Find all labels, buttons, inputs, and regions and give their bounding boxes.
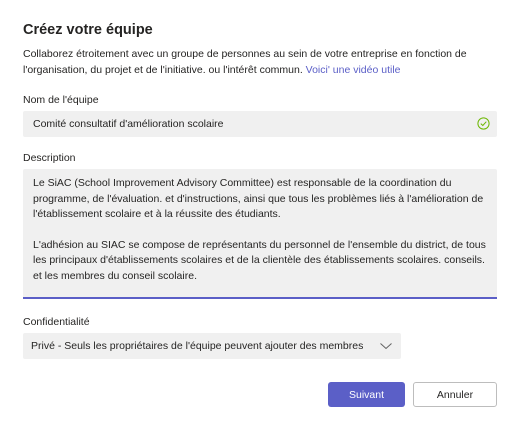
next-button[interactable]: Suivant [328,382,405,407]
description-paragraph-2: L'adhésion au SIAC se compose de représe… [33,238,486,282]
cancel-button[interactable]: Annuler [413,382,497,407]
chevron-down-icon [380,343,392,350]
check-circle-icon [477,117,490,130]
create-team-dialog: Créez votre équipe Collaborez étroitemen… [0,0,520,430]
privacy-dropdown[interactable]: Privé - Seuls les propriétaires de l'équ… [23,333,401,359]
team-name-label: Nom de l'équipe [23,94,99,106]
privacy-label: Confidentialité [23,316,90,328]
description-paragraph-1: Le SiAC (School Improvement Advisory Com… [33,177,484,220]
team-name-input[interactable]: Comité consultatif d'amélioration scolai… [23,111,497,137]
description-label: Description [23,152,76,164]
team-name-value: Comité consultatif d'amélioration scolai… [33,118,224,130]
dialog-title: Créez votre équipe [23,22,153,38]
dialog-intro: Collaborez étroitement avec un groupe de… [23,46,493,78]
description-textarea[interactable]: Le SiAC (School Improvement Advisory Com… [23,169,497,299]
video-link[interactable]: Voici' une vidéo utile [306,64,401,76]
privacy-selected-value: Privé - Seuls les propriétaires de l'équ… [31,340,364,352]
